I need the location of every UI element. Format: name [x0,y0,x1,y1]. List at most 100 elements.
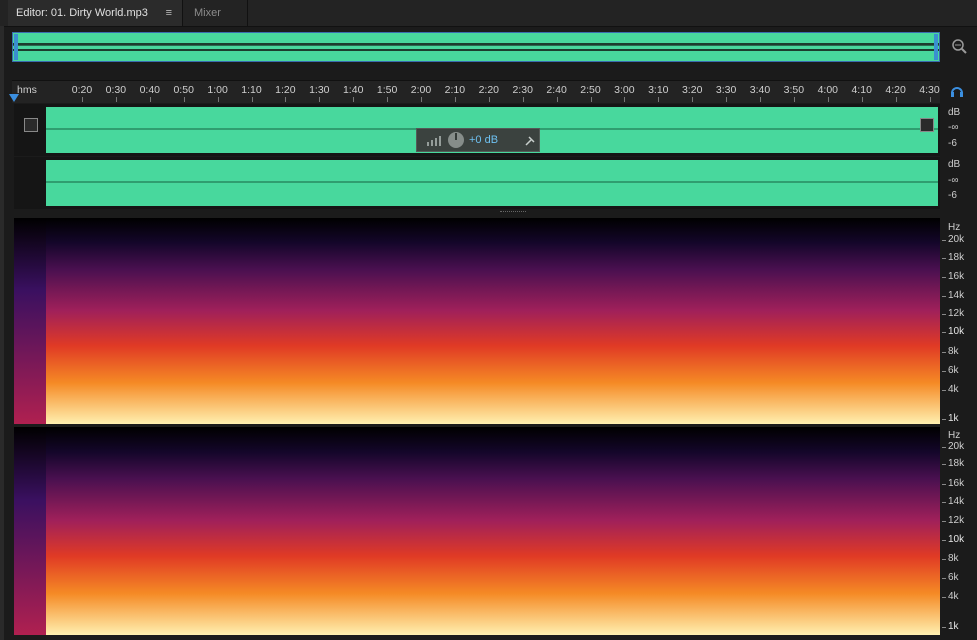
frequency-label: 10k [948,534,965,545]
ruler-tick-label: 2:10 [444,84,466,96]
overview-wave-shape [13,43,939,51]
zoom-magnifier-icon[interactable] [950,37,968,55]
frequency-label: 14k [948,496,965,507]
fade-out-handle[interactable] [920,118,934,132]
fade-in-handle[interactable] [24,118,38,132]
spectral-display-channel-2[interactable] [14,427,940,635]
frequency-tick [942,464,946,465]
ruler-tick-mark [82,97,83,102]
frequency-label: 16k [948,271,965,282]
ruler-tick-mark [454,97,456,102]
ruler-tick-label: 3:00 [614,84,635,96]
ruler-tick-mark [793,97,795,102]
ruler-tick-mark [827,97,829,102]
frequency-label: 4k [948,384,959,395]
tab-editor[interactable]: Editor: 01. Dirty World.mp3 ≡ [8,0,183,26]
waveform-channel-2-shape [46,160,938,206]
frequency-tick [942,277,946,278]
ruler-tick-label: 4:20 [885,84,906,96]
ruler-tick-label: 4:10 [851,84,872,96]
overview-right-handle[interactable] [934,34,938,60]
db-unit-ch2: dB [948,159,961,170]
db-minus6-ch2: -6 [948,190,957,201]
ruler-tick-label: 1:40 [342,84,364,96]
ruler-tick-label: 4:00 [817,84,839,96]
db-inf-ch1: -∞ [948,122,959,133]
frequency-label: 6k [948,365,959,376]
spectral-display-channel-1[interactable] [14,218,940,424]
ruler-tick-label: 3:40 [749,84,771,96]
frequency-label: 6k [948,572,959,583]
ruler-tick-mark [658,97,660,102]
ruler-tick-label: 1:10 [241,84,262,96]
frequency-label: 18k [948,252,965,263]
frequency-label: 8k [948,346,959,357]
overview-waveform[interactable] [12,32,940,62]
frequency-label: 12k [948,515,965,526]
ruler-tick-label: 4:30 [919,84,940,96]
ruler-tick-mark [251,97,253,102]
ruler-tick-mark [285,97,287,102]
frequency-tick [942,296,946,297]
ruler-tick-label: 3:20 [681,84,703,96]
ruler-tick-label: 2:00 [410,84,432,96]
ruler-tick-mark [556,97,558,102]
frequency-label: 8k [948,553,959,564]
ruler-tick-label: 0:40 [139,84,161,96]
frequency-label: 16k [948,478,965,489]
frequency-tick [942,540,946,541]
db-minus6-ch1: -6 [948,138,957,149]
ruler-tick-mark [149,97,151,102]
ruler-tick-label: 0:20 [71,84,93,96]
frequency-tick [942,484,946,485]
frequency-tick [942,240,946,241]
ruler-tick-mark [624,97,626,102]
frequency-label: 1k [948,413,959,424]
pin-icon[interactable] [525,136,535,146]
volume-value[interactable]: +0 dB [469,134,498,146]
ruler-tick-label: 2:20 [478,84,500,96]
db-inf-ch2: -∞ [948,175,959,186]
playhead-marker[interactable] [9,94,19,102]
panel-divider-handle[interactable] [500,211,526,215]
frequency-tick [942,597,946,598]
ruler-tick-mark [115,97,117,102]
volume-knob-icon[interactable] [448,132,464,148]
frequency-tick [942,419,946,420]
ruler-tick-mark [387,97,389,102]
frequency-tick [942,559,946,560]
ruler-tick-mark [488,97,490,102]
ruler-tick-label: 0:50 [173,84,194,96]
ruler-tick-label: 0:30 [105,84,127,96]
frequency-label: Hz [948,430,961,441]
ruler-tick-label: 1:30 [309,84,330,96]
ruler-tick-label: 2:30 [512,84,533,96]
db-unit-ch1: dB [948,107,961,118]
ruler-tick-mark [217,97,219,102]
ruler-tick-mark [183,97,185,102]
ruler-tick-mark [726,97,728,102]
ruler-tick-mark [421,97,422,102]
frequency-label: 12k [948,308,965,319]
panel-menu-icon[interactable]: ≡ [166,0,172,26]
overview-left-handle[interactable] [14,34,18,60]
ruler-tick-mark [590,97,592,102]
tab-mixer[interactable]: Mixer [186,0,248,26]
left-panel-edge [0,26,4,640]
ruler-tick-mark [353,97,355,102]
frequency-label: 20k [948,441,965,452]
ruler-tick-label: 3:50 [783,84,805,96]
tab-mixer-label: Mixer [194,7,221,19]
headphones-icon[interactable] [950,84,964,98]
frequency-tick [942,314,946,315]
frequency-tick [942,390,946,391]
level-meter-icon [427,136,441,146]
ruler-tick-mark [522,97,524,102]
ruler-unit-label: hms [17,84,37,96]
frequency-tick [942,627,946,628]
ruler-tick-mark [861,97,863,102]
frequency-tick [942,578,946,579]
ruler-tick-mark [929,97,931,102]
ruler-tick-label: 1:00 [207,84,228,96]
ruler-tick-label: 2:50 [580,84,601,96]
